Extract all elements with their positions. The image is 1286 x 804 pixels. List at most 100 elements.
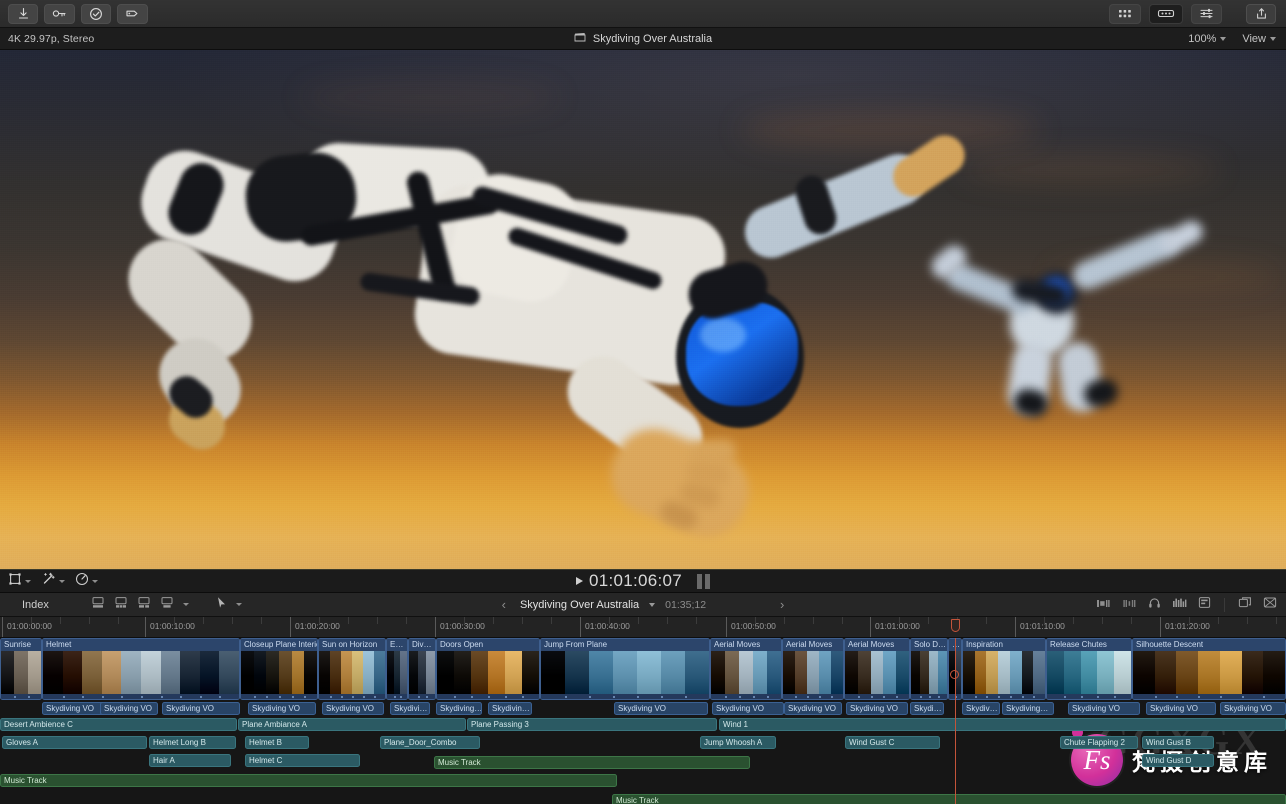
video-clip[interactable]: Closeup Plane Interior — [240, 638, 318, 700]
video-clip[interactable]: Inspiration — [962, 638, 1046, 700]
view-options-dropdown[interactable]: View — [1242, 33, 1276, 45]
sfx-audio-clip[interactable]: Wind Gust D — [1142, 754, 1214, 767]
transform-icon[interactable] — [8, 572, 22, 591]
video-clip[interactable]: Solo D… — [910, 638, 948, 700]
timeline-tracks[interactable]: GGXGX Fs 梵摄创意库 SunriseHelmetCloseup Plan… — [0, 638, 1286, 804]
thumb-divider-dot — [831, 696, 833, 698]
video-clip[interactable]: Div… — [408, 638, 436, 700]
music-clip[interactable]: Music Track — [612, 794, 1286, 804]
viewer-canvas[interactable] — [0, 50, 1286, 569]
voiceover-clip[interactable]: Skydiving… — [1002, 702, 1054, 715]
clip-thumbnail — [471, 651, 488, 694]
voiceover-clip[interactable]: Skydi… — [910, 702, 944, 715]
sfx-audio-clip[interactable]: Jump Whoosh A — [700, 736, 776, 749]
thumb-divider-dot — [1033, 696, 1035, 698]
ruler-minor-tick — [522, 617, 523, 624]
sfx-audio-clip[interactable]: Wind Gust B — [1142, 736, 1214, 749]
voiceover-clip[interactable]: Skydivi… — [390, 702, 430, 715]
playhead-handle[interactable] — [951, 619, 960, 632]
voiceover-clip[interactable]: Skydiving VO — [614, 702, 708, 715]
browser-toggle-button[interactable] — [1109, 4, 1141, 24]
video-clip[interactable]: Doors Open — [436, 638, 540, 700]
inspector-toggle-button[interactable] — [1191, 4, 1222, 24]
video-clip[interactable]: Release Chutes — [1046, 638, 1132, 700]
video-clip-title: Aerial Moves — [845, 639, 909, 651]
voiceover-clip[interactable]: Skydiving VO — [248, 702, 316, 715]
clip-footer — [43, 694, 239, 699]
ruler-major-tick — [290, 617, 291, 638]
clip-thumbnail — [1064, 651, 1081, 694]
color-board-icon[interactable] — [75, 572, 89, 591]
video-clip[interactable]: Helmet — [42, 638, 240, 700]
sfx-audio-clip[interactable]: Helmet C — [245, 754, 360, 767]
ruler-minor-tick — [1189, 617, 1190, 624]
video-clip[interactable]: Aerial Moves — [710, 638, 782, 700]
chevron-down-icon[interactable] — [92, 580, 98, 583]
clip-thumbnail — [637, 651, 661, 694]
playhead-line[interactable] — [955, 638, 956, 804]
zoom-level-dropdown[interactable]: 100% — [1188, 33, 1226, 45]
next-project-button[interactable]: › — [776, 597, 788, 612]
voiceover-clip[interactable]: Skydiving VO — [712, 702, 784, 715]
voiceover-clip[interactable]: Skydiving VO — [846, 702, 908, 715]
keywords-button[interactable] — [44, 4, 75, 24]
previous-project-button[interactable]: ‹ — [498, 597, 510, 612]
voiceover-clip[interactable]: Skydiving VO — [1220, 702, 1286, 715]
chevron-down-icon[interactable] — [59, 580, 65, 583]
sfx-audio-clip[interactable]: Plane_Door_Combo — [380, 736, 480, 749]
sfx-audio-clip[interactable]: Hair A — [149, 754, 231, 767]
sfx-audio-clip[interactable]: Wind Gust C — [845, 736, 940, 749]
voiceover-clip[interactable]: Skydiving VO — [100, 702, 158, 715]
sfx-audio-clip[interactable]: Gloves A — [2, 736, 147, 749]
clip-thumbnail — [963, 651, 975, 694]
clip-footer — [387, 694, 407, 699]
clip-thumbnail — [753, 651, 767, 694]
clip-thumbnail — [279, 651, 292, 694]
thumb-divider-dot — [102, 696, 104, 698]
video-clip[interactable]: Aerial Moves — [782, 638, 844, 700]
clip-thumbnail — [938, 651, 947, 694]
timeline-project-name[interactable]: Skydiving Over Australia — [520, 599, 639, 611]
viewer-timecode[interactable]: 01:01:06:07 — [589, 571, 682, 591]
voiceover-clip[interactable]: Skydiving… — [436, 702, 482, 715]
ambience-audio-clip[interactable]: Plane Ambiance A — [238, 718, 466, 731]
video-clip[interactable]: Sunrise — [0, 638, 42, 700]
sfx-audio-clip[interactable]: Helmet Long B — [149, 736, 236, 749]
voiceover-clip[interactable]: Skydiving VO — [322, 702, 384, 715]
roles-tag-button[interactable] — [117, 4, 148, 24]
effects-wand-icon[interactable] — [41, 571, 56, 591]
voiceover-clip[interactable]: Skydiving VO — [784, 702, 842, 715]
video-clip[interactable]: E… — [386, 638, 408, 700]
rating-button[interactable] — [81, 4, 111, 24]
video-clip[interactable]: Sun on Horizon — [318, 638, 386, 700]
chevron-down-icon[interactable] — [25, 580, 31, 583]
music-clip[interactable]: Music Track — [0, 774, 617, 787]
ruler-tick-label: 01:00:10:00 — [150, 621, 195, 631]
video-clip[interactable]: Aerial Moves — [844, 638, 910, 700]
timeline-ruler[interactable]: 01:00:00:0001:00:10:0001:00:20:0001:00:3… — [0, 617, 1286, 638]
sfx-audio-clip[interactable]: Chute Flapping 2 — [1060, 736, 1138, 749]
viewer-toggle-button[interactable] — [1149, 4, 1183, 24]
voiceover-clip[interactable]: Skydiving VO — [1068, 702, 1140, 715]
audio-meter-icon[interactable] — [697, 574, 710, 589]
video-clip[interactable]: Silhouette Descent — [1132, 638, 1286, 700]
ambience-audio-clip[interactable]: Wind 1 — [719, 718, 1286, 731]
import-media-button[interactable] — [8, 4, 38, 24]
clip-footer — [409, 694, 435, 699]
thumb-divider-dot — [883, 696, 885, 698]
ruler-minor-tick — [813, 617, 814, 624]
ambience-audio-clip[interactable]: Desert Ambience C — [0, 718, 237, 731]
chevron-down-icon[interactable] — [649, 603, 655, 607]
sfx-audio-clip[interactable]: Helmet B — [245, 736, 309, 749]
ambience-audio-clip[interactable]: Plane Passing 3 — [467, 718, 717, 731]
voiceover-clip[interactable]: Skydivin… — [488, 702, 532, 715]
clip-thumbnail — [1133, 651, 1155, 694]
voiceover-clip[interactable]: Skydiving VO — [1146, 702, 1216, 715]
voiceover-clip[interactable]: Skydiv… — [962, 702, 1000, 715]
video-clip[interactable]: Jump From Plane — [540, 638, 710, 700]
video-clip-title: Release Chutes — [1047, 639, 1131, 651]
music-clip[interactable]: Music Track — [434, 756, 750, 769]
main-toolbar — [0, 0, 1286, 28]
voiceover-clip[interactable]: Skydiving VO — [162, 702, 240, 715]
share-button[interactable] — [1246, 4, 1276, 24]
